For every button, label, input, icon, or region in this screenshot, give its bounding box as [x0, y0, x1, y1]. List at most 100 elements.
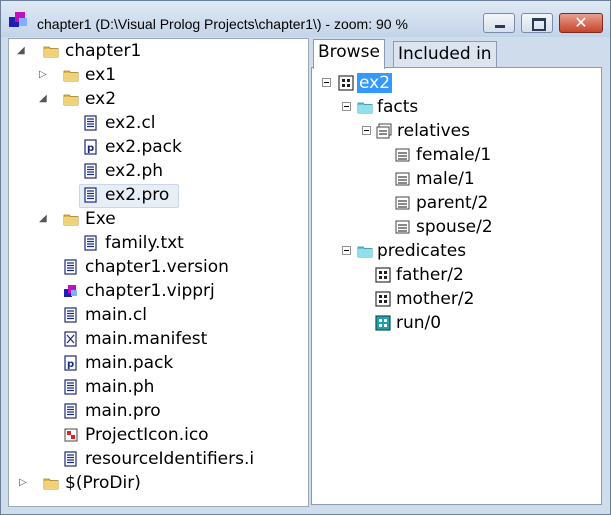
- maximize-button[interactable]: [521, 13, 553, 33]
- collapse-box-icon[interactable]: [362, 126, 371, 135]
- tree-node-resourceidentifiers-i[interactable]: resourceIdentifiers.i: [13, 448, 303, 470]
- tree-node-ex2-ph[interactable]: ex2.ph: [13, 160, 293, 182]
- tree-node-ex2[interactable]: ◢ ex2: [13, 88, 293, 110]
- close-button[interactable]: ✕: [559, 13, 603, 33]
- tree-node-label: family.txt: [105, 233, 184, 253]
- collapse-box-icon[interactable]: [342, 246, 351, 255]
- browse-node-spouse[interactable]: spouse/2: [312, 216, 592, 238]
- tree-node-label: Exe: [85, 209, 116, 229]
- predicate-icon: [375, 291, 391, 307]
- browse-node-mother[interactable]: mother/2: [312, 288, 592, 310]
- tree-node-label: main.pack: [85, 353, 174, 373]
- pack-file-icon: [63, 355, 79, 371]
- class-icon: [338, 75, 354, 91]
- tree-node-projecticon-ico[interactable]: ProjectIcon.ico: [13, 424, 293, 446]
- folder-icon: [63, 67, 79, 83]
- tree-node-label: resourceIdentifiers.i: [85, 449, 255, 469]
- tree-node-label: ex1: [85, 65, 117, 85]
- tree-node-chapter1-vipprj[interactable]: chapter1.vipprj: [13, 280, 293, 302]
- fact-icon: [395, 219, 411, 235]
- browse-tree[interactable]: ex2 facts relatives female/1 male/1 pare…: [311, 67, 602, 505]
- browse-node-parent[interactable]: parent/2: [312, 192, 592, 214]
- tree-node-label: ex2.pro: [105, 185, 170, 205]
- minimize-icon: [495, 25, 505, 28]
- browse-node-predicates[interactable]: predicates: [312, 240, 592, 262]
- include-file-icon: [63, 451, 79, 467]
- class-file-icon: [83, 115, 99, 131]
- browse-panel: Browse Included in ex2 facts relatives f: [311, 38, 602, 505]
- header-file-icon: [63, 379, 79, 395]
- tree-node-label: male/1: [416, 169, 475, 189]
- tree-node-label: mother/2: [396, 289, 475, 309]
- tab-strip: Browse Included in: [311, 38, 602, 69]
- expanded-arrow-icon[interactable]: ◢: [17, 40, 25, 62]
- visual-prolog-app-icon: [9, 12, 27, 27]
- text-file-icon: [83, 235, 99, 251]
- tree-node-main-ph[interactable]: main.ph: [13, 376, 293, 398]
- fact-icon: [395, 147, 411, 163]
- browse-node-father[interactable]: father/2: [312, 264, 592, 286]
- title-bar[interactable]: chapter1 (D:\Visual Prolog Projects\chap…: [1, 1, 610, 37]
- browse-node-facts[interactable]: facts: [312, 96, 592, 118]
- tree-node-label: ex2.cl: [105, 113, 156, 133]
- source-file-icon: [63, 403, 79, 419]
- tree-node-ex2-cl[interactable]: ex2.cl: [13, 112, 293, 134]
- header-file-icon: [83, 163, 99, 179]
- collapsed-arrow-icon[interactable]: ▷: [19, 472, 27, 494]
- collapse-box-icon[interactable]: [322, 78, 331, 87]
- browse-node-run[interactable]: run/0: [312, 312, 592, 334]
- tree-node-label: main.pro: [85, 401, 161, 421]
- browse-node-relatives[interactable]: relatives: [312, 120, 592, 142]
- project-tree[interactable]: p ◢ chapter1 ▷ ex1 ◢ ex2: [8, 38, 309, 507]
- tree-node-label: $(ProDir): [65, 473, 141, 493]
- browse-node-male[interactable]: male/1: [312, 168, 592, 190]
- maximize-icon: [532, 18, 546, 31]
- tab-included-in[interactable]: Included in: [393, 41, 497, 67]
- collapsed-arrow-icon[interactable]: ▷: [39, 64, 47, 86]
- category-folder-icon: [356, 243, 374, 259]
- minimize-button[interactable]: [483, 13, 515, 33]
- tree-node-main-pack[interactable]: main.pack: [13, 352, 293, 374]
- tree-node-main-pro[interactable]: main.pro: [13, 400, 293, 422]
- tree-node-label: predicates: [377, 241, 467, 261]
- tree-node-label: main.cl: [85, 305, 147, 325]
- app-window: chapter1 (D:\Visual Prolog Projects\chap…: [0, 0, 611, 515]
- tree-node-chapter1-version[interactable]: chapter1.version: [13, 256, 293, 278]
- tree-node-ex2-pack[interactable]: ex2.pack: [13, 136, 293, 158]
- fact-icon: [395, 171, 411, 187]
- tree-node-label: spouse/2: [416, 217, 493, 237]
- predicate-icon: [375, 267, 391, 283]
- browse-node-ex2[interactable]: ex2: [312, 72, 592, 94]
- fact-database-icon: [376, 123, 392, 139]
- collapse-box-icon[interactable]: [342, 102, 351, 111]
- tree-node-main-manifest[interactable]: main.manifest: [13, 328, 293, 350]
- browse-node-female[interactable]: female/1: [312, 144, 592, 166]
- tree-node-ex1[interactable]: ▷ ex1: [13, 64, 293, 86]
- tree-node-label: chapter1.version: [85, 257, 229, 277]
- tree-node-label: facts: [377, 97, 419, 117]
- tree-node-ex2-pro[interactable]: ex2.pro: [13, 184, 293, 208]
- expanded-arrow-icon[interactable]: ◢: [39, 208, 47, 230]
- tree-node-chapter1[interactable]: ◢ chapter1: [13, 40, 293, 62]
- tree-node-label: ProjectIcon.ico: [85, 425, 209, 445]
- tree-node-family-txt[interactable]: family.txt: [13, 232, 293, 254]
- tab-browse[interactable]: Browse: [313, 39, 385, 69]
- tree-node-exe[interactable]: ◢ Exe: [13, 208, 293, 230]
- expanded-arrow-icon[interactable]: ◢: [39, 88, 47, 110]
- tree-node-label: chapter1: [65, 41, 142, 61]
- version-file-icon: [63, 259, 79, 275]
- tree-node-prodir[interactable]: ▷ $(ProDir): [13, 472, 293, 494]
- folder-icon: [43, 43, 59, 59]
- folder-icon: [63, 91, 79, 107]
- tree-node-label: parent/2: [416, 193, 489, 213]
- public-predicate-icon: [375, 315, 391, 331]
- project-file-icon: [63, 283, 79, 299]
- tree-node-main-cl[interactable]: main.cl: [13, 304, 293, 326]
- close-icon: ✕: [574, 13, 588, 32]
- fact-icon: [395, 195, 411, 211]
- category-folder-icon: [356, 99, 374, 115]
- tree-node-label: ex2.ph: [105, 161, 164, 181]
- manifest-file-icon: [63, 331, 79, 347]
- tree-node-label: female/1: [416, 145, 492, 165]
- tree-node-label: father/2: [396, 265, 464, 285]
